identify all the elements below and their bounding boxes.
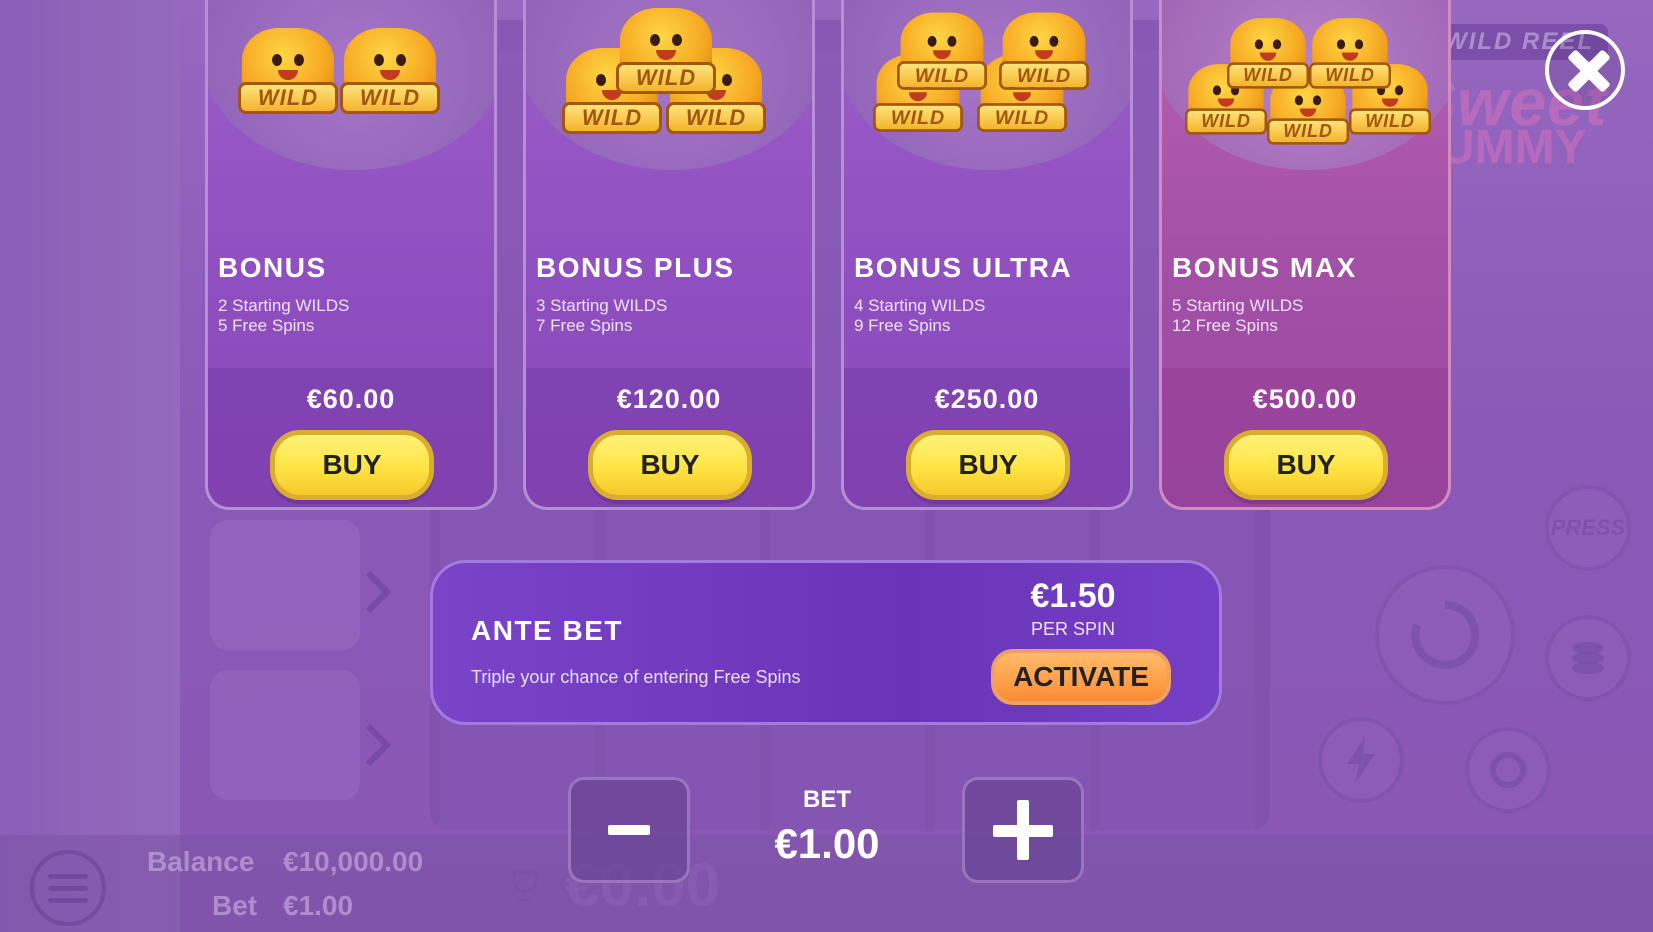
wild-eye [1312,95,1322,106]
wild-eye [1336,39,1346,50]
card-price: €120.00 [616,384,722,414]
buy-button[interactable]: BUY [1224,430,1388,500]
card-spins-line: 9 Free Spins [854,316,951,335]
card-price: €250.00 [934,384,1040,414]
card-title: BONUS ULTRA [854,252,1073,283]
wild-eye [722,74,732,86]
card-spins-line: 7 Free Spins [536,316,633,335]
buy-button[interactable]: BUY [588,430,752,500]
card-wilds-line: 5 Starting WILDS [1172,296,1304,315]
wild-label: WILD [1349,108,1431,135]
ante-bet-title: ANTE BET [471,615,623,646]
wild-label: WILD [340,82,440,114]
wild-eye [650,34,660,46]
bonus-card: BONUS 2 Starting WILDS 5 Free Spins €60.… [205,0,497,510]
card-title: BONUS MAX [1172,252,1357,283]
ante-bet-per-spin: PER SPIN [1030,619,1116,639]
card-price: €60.00 [306,384,396,414]
wild-label: WILD [1309,62,1391,89]
card-title: BONUS PLUS [536,252,735,283]
card-description: 4 Starting WILDS 9 Free Spins [854,296,985,336]
wild-label: WILD [1267,118,1349,145]
wild-eye [1049,35,1059,47]
plus-icon [993,800,1053,860]
wild-eye [596,74,606,86]
minus-icon [608,825,650,835]
wild-eye [672,34,682,46]
increase-bet-button[interactable] [962,777,1084,883]
decrease-bet-button[interactable] [568,777,690,883]
wild-eye [947,35,957,47]
wild-label: WILD [873,103,963,132]
bonus-card: BONUS MAX 5 Starting WILDS 12 Free Spins… [1159,0,1451,510]
bonus-card: BONUS ULTRA 4 Starting WILDS 9 Free Spin… [841,0,1133,510]
card-price: €500.00 [1252,384,1358,414]
card-description: 3 Starting WILDS 7 Free Spins [536,296,667,336]
wild-label: WILD [616,62,716,94]
wild-eye [1354,39,1364,50]
wild-label: WILD [897,61,987,90]
card-wilds-line: 3 Starting WILDS [536,296,668,315]
wild-label: WILD [999,61,1089,90]
ante-bet-price: €1.50 [1030,577,1116,615]
wild-symbol-icon: WILD [340,28,440,118]
wild-label: WILD [666,102,766,134]
wild-eye [1294,95,1304,106]
wild-eye [294,54,304,66]
ante-bet-panel: ANTE BET Triple your chance of entering … [430,560,1222,725]
wild-symbol-icon: WILD [238,28,338,118]
wild-label: WILD [1185,108,1267,135]
wild-symbol-icon: WILD [1227,18,1309,92]
buy-button[interactable]: BUY [906,430,1070,500]
wild-label: WILD [238,82,338,114]
wild-eye [272,54,282,66]
wild-eye [1212,85,1222,96]
wild-eye [374,54,384,66]
wild-symbol-icon: WILD [1309,18,1391,92]
wild-eye [1254,39,1264,50]
wild-eye [396,54,406,66]
card-wilds-line: 2 Starting WILDS [218,296,350,315]
card-spins-line: 12 Free Spins [1172,316,1278,335]
bet-value: €1.00 [774,820,880,867]
bet-label: BET [803,786,851,813]
wild-symbol-icon: WILD [897,12,987,94]
card-spins-line: 5 Free Spins [218,316,315,335]
wild-label: WILD [977,103,1067,132]
card-wilds-line: 4 Starting WILDS [854,296,986,315]
wild-eye [1394,85,1404,96]
wild-symbol-icon: WILD [999,12,1089,94]
activate-button[interactable]: ACTIVATE [991,649,1171,705]
buy-button[interactable]: BUY [270,430,434,500]
card-description: 2 Starting WILDS 5 Free Spins [218,296,349,336]
wild-eye [1029,35,1039,47]
wild-eye [1272,39,1282,50]
wild-label: WILD [562,102,662,134]
close-icon[interactable] [1545,30,1625,110]
wild-eye [927,35,937,47]
wild-label: WILD [1227,62,1309,89]
wild-symbol-icon: WILD [616,8,716,98]
bonus-card: BONUS PLUS 3 Starting WILDS 7 Free Spins… [523,0,815,510]
card-title: BONUS [218,252,327,283]
ante-bet-description: Triple your chance of entering Free Spin… [471,667,801,687]
card-description: 5 Starting WILDS 12 Free Spins [1172,296,1303,336]
